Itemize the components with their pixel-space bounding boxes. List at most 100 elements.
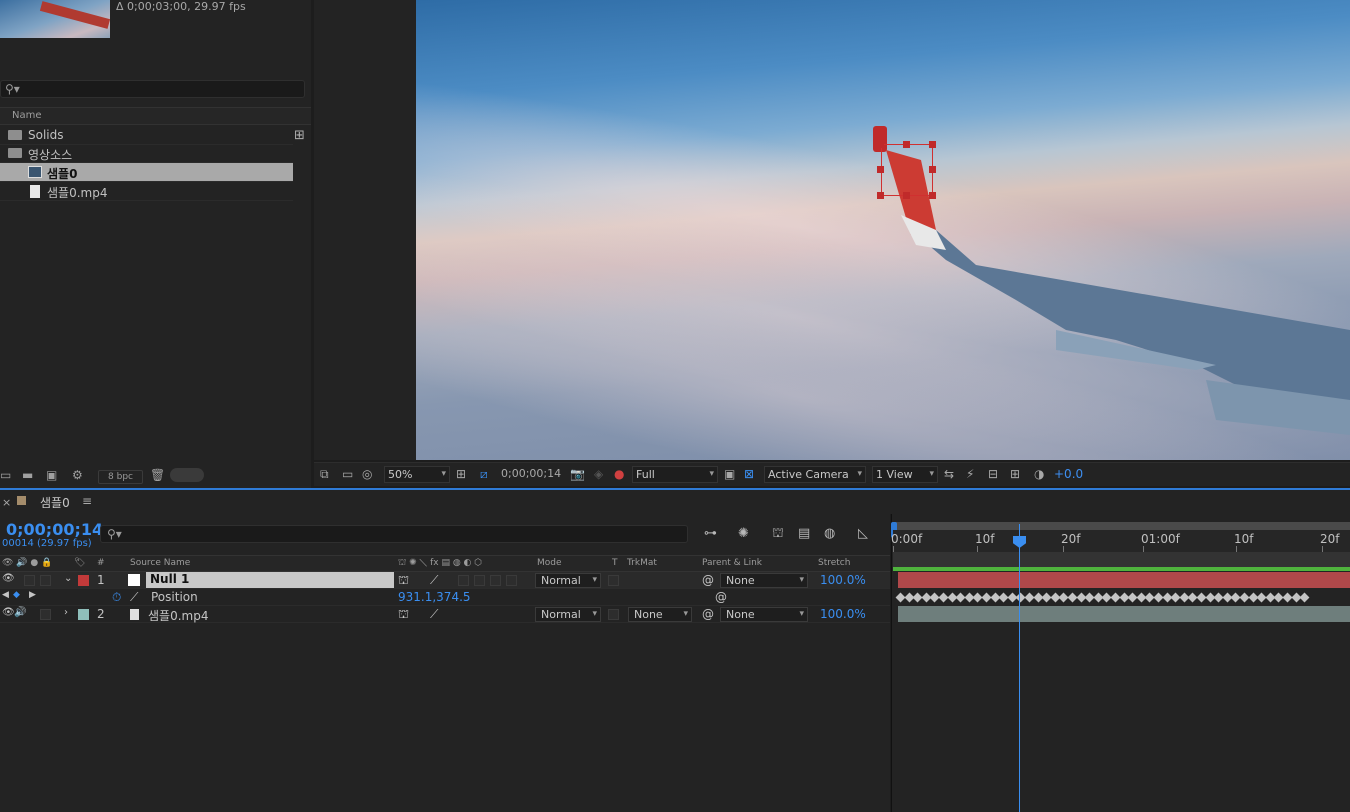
project-column-header[interactable]: Name (0, 107, 311, 125)
mask-visibility-icon[interactable]: ⧄ (480, 467, 488, 482)
exposure-reset-icon[interactable]: ◑ (1034, 467, 1044, 481)
layer-1-duration-bar[interactable] (898, 572, 1350, 588)
timeline-tab-name[interactable]: 샘플0 (40, 494, 70, 511)
switch-box[interactable] (490, 575, 501, 586)
work-area-navigator[interactable] (893, 522, 1350, 530)
bbox-handle[interactable] (929, 192, 936, 199)
bbox-handle[interactable] (929, 141, 936, 148)
close-tab-icon[interactable]: × (2, 496, 11, 509)
work-area-bar[interactable] (893, 552, 1350, 567)
current-time-timecode[interactable]: 0;00;00;14 (6, 520, 103, 539)
exposure-value[interactable]: +0.0 (1054, 467, 1083, 481)
layer-2-duration-bar[interactable] (898, 606, 1350, 622)
playhead-line[interactable] (1019, 524, 1020, 812)
views-dropdown[interactable]: 1 View ▾ (872, 466, 938, 483)
grid-guides-icon[interactable]: ⊞ (456, 467, 466, 481)
blend-mode-dropdown[interactable]: Normal ▾ (535, 607, 601, 622)
thumbnail-slider[interactable] (170, 468, 204, 482)
project-item-footage[interactable]: 샘플0.mp4 (0, 182, 293, 201)
shy-layers-icon[interactable]: ⛫ (772, 526, 784, 543)
current-time-display[interactable]: 0;00;00;14 (498, 466, 564, 483)
source-name-header[interactable]: Source Name (130, 558, 190, 568)
trkmat-header[interactable]: TrkMat (627, 558, 657, 568)
motion-blur-icon[interactable]: ◍ (824, 526, 835, 541)
previous-keyframe-icon[interactable]: ◀ (2, 590, 9, 600)
camera-dropdown[interactable]: Active Camera ▾ (764, 466, 866, 483)
vr-goggles-icon[interactable]: ◎ (362, 467, 372, 481)
bbox-handle[interactable] (877, 166, 884, 173)
project-settings-icon[interactable]: ⚙ (72, 468, 83, 482)
bbox-handle[interactable] (877, 192, 884, 199)
bbox-handle[interactable] (929, 166, 936, 173)
graph-icon[interactable]: ⟋ (130, 590, 138, 605)
audio-icon[interactable]: 🔊 (14, 607, 26, 618)
eye-icon[interactable]: 👁 (2, 573, 15, 584)
pick-whip-icon[interactable]: @ (715, 590, 727, 604)
quality-switch-icon[interactable]: ⟋ (430, 607, 438, 622)
timeline-search-input[interactable]: ⚲▾ (100, 525, 688, 543)
project-item-folder[interactable]: 영상소스 (0, 144, 293, 163)
t-header[interactable]: T (612, 558, 618, 568)
pick-whip-icon[interactable]: @ (702, 607, 714, 621)
flowchart-icon[interactable]: ⊞ (294, 128, 305, 143)
chevron-down-icon[interactable]: ⌄ (64, 573, 72, 584)
bbox-handle[interactable] (903, 141, 910, 148)
mode-header[interactable]: Mode (537, 558, 562, 568)
stretch-header[interactable]: Stretch (818, 558, 850, 568)
layer-name[interactable]: 샘플0.mp4 (148, 607, 208, 624)
time-ruler[interactable] (893, 530, 1350, 552)
position-value[interactable]: 931.1,374.5 (398, 590, 471, 604)
add-keyframe-icon[interactable]: ◆ (13, 590, 20, 600)
blend-mode-dropdown[interactable]: Normal ▾ (535, 573, 601, 588)
resolution-dropdown[interactable]: Full ▾ (632, 466, 718, 483)
monitor-icon[interactable]: ▭ (342, 467, 353, 481)
layer-row[interactable]: 👁 🔊 › 2 샘플0.mp4 ⛫ ⟋ Normal ▾ None ▾ @ None… (0, 606, 890, 623)
shy-switch-icon[interactable]: ⛫ (398, 573, 409, 589)
layer-label-color[interactable] (78, 575, 89, 586)
always-preview-icon[interactable]: ⧉ (320, 467, 329, 482)
flowchart-icon[interactable]: ⊞ (1010, 467, 1020, 481)
name-column-header[interactable]: Name (12, 110, 42, 121)
project-search-input[interactable]: ⚲▾ (0, 80, 305, 98)
color-channels-icon[interactable]: ● (614, 467, 624, 481)
track-matte-dropdown[interactable]: None ▾ (628, 607, 692, 622)
bbox-handle[interactable] (903, 192, 910, 199)
trash-icon[interactable]: 🗑 (150, 468, 165, 482)
bit-depth-button[interactable]: 8 bpc (98, 470, 143, 484)
region-of-interest-icon[interactable]: ▣ (724, 467, 735, 481)
transparency-grid-icon[interactable]: ⊠ (744, 467, 754, 481)
shy-switch-icon[interactable]: ⛫ (398, 607, 409, 623)
switch-box[interactable] (506, 575, 517, 586)
chevron-right-icon[interactable]: › (64, 607, 68, 618)
zoom-dropdown[interactable]: 50% ▾ (384, 466, 450, 483)
project-item-composition[interactable]: 샘플0 (0, 163, 293, 182)
quality-switch-icon[interactable]: ⟋ (430, 573, 438, 588)
composition-frame[interactable] (416, 0, 1350, 460)
preserve-transparency-toggle[interactable] (608, 609, 619, 620)
show-snapshot-icon[interactable]: ◈ (594, 467, 603, 481)
parent-dropdown[interactable]: None ▾ (720, 607, 808, 622)
draft-3d-icon[interactable]: ✺ (738, 526, 749, 541)
frame-blending-icon[interactable]: ▤ (798, 526, 810, 541)
new-composition-icon[interactable]: ▣ (46, 468, 57, 482)
stretch-value[interactable]: 100.0% (820, 607, 866, 621)
switch-box[interactable] (474, 575, 485, 586)
next-keyframe-icon[interactable]: ▶ (29, 590, 36, 600)
composition-mini-flowchart-icon[interactable]: ⊶ (704, 526, 717, 541)
fast-previews-icon[interactable]: ⚡ (966, 467, 974, 481)
toggle-pixel-aspect-icon[interactable]: ⇆ (944, 467, 954, 481)
layer-row[interactable]: 👁 ⌄ 1 Null 1 ⛫ ⟋ Normal ▾ @ None ▾ 100.0% (0, 572, 890, 589)
timeline-icon[interactable]: ⊟ (988, 467, 998, 481)
new-folder-icon[interactable]: ▬ (22, 468, 33, 482)
solo-toggle[interactable] (40, 609, 51, 620)
bbox-handle[interactable] (877, 141, 884, 148)
eye-icon[interactable]: 👁 (2, 607, 15, 618)
stretch-value[interactable]: 100.0% (820, 573, 866, 587)
project-item-solids[interactable]: Solids (0, 126, 293, 145)
switch-box[interactable] (458, 575, 469, 586)
graph-editor-icon[interactable]: ◺ (858, 526, 868, 541)
null-layer-bounding-box[interactable] (881, 144, 933, 196)
audio-toggle[interactable] (24, 575, 35, 586)
stopwatch-icon[interactable]: ⏱ (112, 590, 121, 605)
solo-toggle[interactable] (40, 575, 51, 586)
